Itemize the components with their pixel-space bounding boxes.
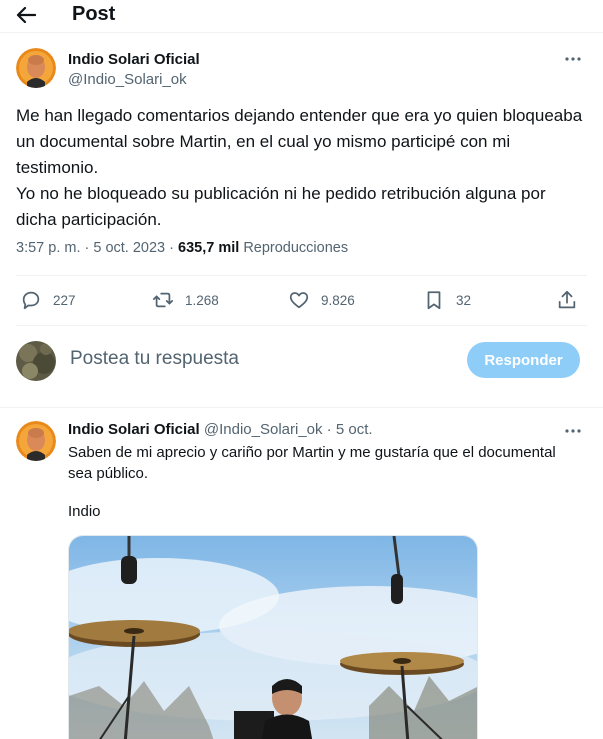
- compose-divider: [0, 407, 603, 408]
- reply-signature: Indio: [68, 503, 101, 520]
- bookmark-count: 32: [456, 292, 472, 308]
- reply-header: Indio Solari Oficial @Indio_Solari_ok · …: [68, 421, 373, 438]
- repost-count: 1.268: [185, 292, 219, 308]
- bookmark-icon: [427, 291, 441, 310]
- reply-media-image[interactable]: [68, 535, 478, 739]
- share-action[interactable]: [556, 285, 578, 315]
- page-title: Post: [72, 3, 116, 25]
- bookmark-action[interactable]: 32: [423, 285, 471, 315]
- reply-action[interactable]: 227: [20, 285, 76, 315]
- tweet-paragraph: Me han llegado comentarios dejando enten…: [16, 106, 583, 177]
- meta-divider: [16, 275, 587, 276]
- actions-divider: [16, 325, 587, 326]
- like-icon: [289, 292, 309, 309]
- reply-author-name[interactable]: Indio Solari Oficial: [68, 421, 200, 438]
- reply-text: Saben de mi aprecio y cariño por Martin …: [68, 444, 556, 482]
- tweet-time[interactable]: 3:57 p. m.: [16, 240, 80, 256]
- repost-icon: [152, 292, 174, 308]
- user-avatar[interactable]: [16, 341, 56, 381]
- reply-button[interactable]: Responder: [467, 342, 580, 378]
- like-action[interactable]: 9.826: [288, 285, 355, 315]
- author-display-name[interactable]: Indio Solari Oficial: [68, 51, 200, 68]
- header-divider: [0, 32, 603, 33]
- reply-icon: [22, 291, 40, 310]
- tweet-paragraph: Yo no he bloqueado su publicación ni he …: [16, 184, 546, 229]
- tweet-date[interactable]: 5 oct. 2023: [93, 240, 165, 256]
- repost-action[interactable]: 1.268: [152, 285, 219, 315]
- tweet-actions: 227 1.268 9.826 32: [0, 285, 603, 315]
- author-avatar[interactable]: [16, 48, 56, 88]
- back-arrow-icon: [16, 6, 36, 24]
- tweet-text: Me han llegado comentarios dejando enten…: [16, 103, 586, 233]
- reply-date[interactable]: 5 oct.: [336, 421, 373, 438]
- views-label: Reproducciones: [243, 240, 349, 256]
- reply-author-avatar[interactable]: [16, 421, 56, 461]
- view-count: 635,7 mil: [178, 240, 240, 256]
- reply-author-handle[interactable]: @Indio_Solari_ok: [204, 421, 323, 438]
- more-icon: [565, 429, 581, 433]
- share-icon: [558, 290, 576, 309]
- tweet-meta: 3:57 p. m. · 5 oct. 2023 · 635,7 mil Rep…: [16, 240, 349, 256]
- like-count: 9.826: [321, 292, 355, 308]
- more-icon: [565, 57, 581, 61]
- back-button[interactable]: [14, 4, 38, 26]
- author-handle[interactable]: @Indio_Solari_ok: [68, 71, 187, 88]
- reply-input[interactable]: Postea tu respuesta: [70, 348, 239, 370]
- reply-more-button[interactable]: [562, 424, 584, 438]
- tweet-more-button[interactable]: [562, 52, 584, 66]
- top-bar: Post: [0, 0, 603, 30]
- reply-count: 227: [53, 292, 76, 308]
